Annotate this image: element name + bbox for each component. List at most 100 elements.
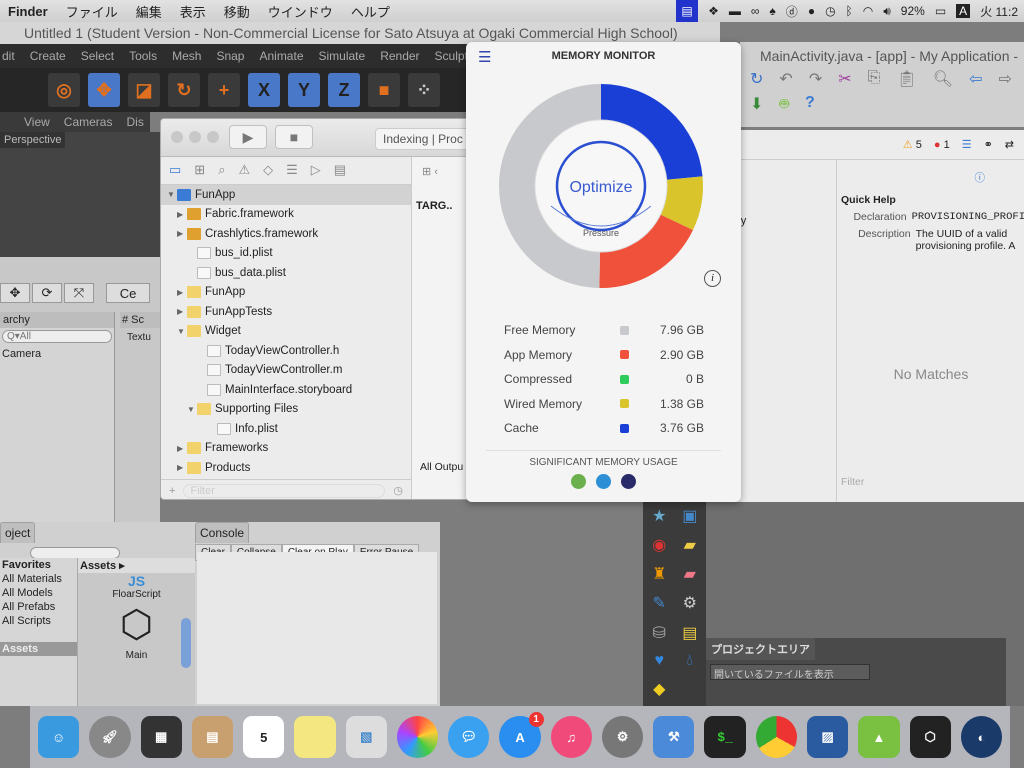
sdk-icon[interactable]: ⬇	[750, 94, 763, 116]
sync-icon[interactable]: ↻	[750, 69, 763, 89]
tree-item[interactable]: ▶ Crashlytics.framework	[161, 224, 411, 244]
favorite-item[interactable]: All Prefabs	[0, 600, 77, 614]
library-filter[interactable]: Filter	[841, 476, 864, 488]
bluetooth-icon[interactable]: ᛒ	[846, 4, 853, 18]
unity-scene-icon[interactable]: ⬡	[78, 600, 195, 650]
disclosure-triangle[interactable]: ▶	[177, 307, 187, 316]
disclosure-triangle[interactable]: ▶	[177, 444, 187, 453]
redo-icon[interactable]: ↷	[809, 69, 822, 89]
find-icon[interactable]: 🔍︎	[933, 69, 953, 89]
cube-icon[interactable]: ■	[368, 73, 400, 107]
cinema4d-icon[interactable]: ◐	[960, 716, 1003, 758]
info-icon[interactable]: i	[704, 270, 721, 287]
filter-input[interactable]: Filter	[183, 483, 386, 498]
disclosure-triangle[interactable]: ▶	[177, 210, 187, 219]
brush-icon[interactable]: ✎	[653, 593, 666, 616]
display-menu[interactable]: Dis	[126, 115, 143, 132]
assets-scrollbar[interactable]	[181, 618, 191, 668]
battery-icon[interactable]: ▭	[935, 4, 946, 18]
photos-icon[interactable]	[396, 716, 439, 758]
d-icon[interactable]: ⓓ	[786, 3, 798, 20]
rotate-tool-icon[interactable]: ↻	[168, 73, 200, 107]
maya-menu-render[interactable]: Render	[380, 49, 419, 68]
itunes-icon[interactable]: ♫	[550, 716, 592, 758]
tree-item[interactable]: ▼ Supporting Files	[161, 400, 411, 420]
issue-navigator-icon[interactable]: ⚠	[238, 162, 250, 179]
bucket-icon[interactable]: ⛁	[653, 623, 666, 646]
minimize-button[interactable]	[189, 131, 201, 143]
disclosure-triangle[interactable]: ▼	[177, 327, 187, 336]
view-menu[interactable]: View	[24, 115, 50, 132]
battery-percent[interactable]: 92%	[901, 4, 925, 18]
related-items-icon[interactable]: ⊞ ‹	[412, 157, 471, 178]
stop-button[interactable]: ■	[275, 125, 313, 149]
maya-menu-simulate[interactable]: Simulate	[319, 49, 366, 68]
run-button[interactable]: ▶	[229, 125, 267, 149]
asset-name[interactable]: FloarScript	[78, 589, 195, 600]
evernote-icon[interactable]: ♠	[769, 4, 775, 18]
maya-viewport[interactable]: Perspective	[0, 132, 160, 257]
disclosure-triangle[interactable]: ▶	[177, 229, 187, 238]
symbol-navigator-icon[interactable]: ⊞	[194, 162, 205, 179]
copy-icon[interactable]: ⎘	[868, 69, 881, 89]
tree-item[interactable]: bus_id.plist	[161, 244, 411, 264]
maya-menu-create[interactable]: Create	[30, 49, 66, 68]
time-machine-icon[interactable]: ◷	[825, 4, 835, 18]
app-icon[interactable]	[571, 474, 586, 489]
bandage-icon[interactable]: ▰	[684, 535, 696, 558]
volume-icon[interactable]: 🔊︎	[883, 4, 891, 19]
move-tool-icon[interactable]: ✥	[88, 73, 120, 107]
scale-icon[interactable]: ⤧	[64, 283, 94, 303]
undo-icon[interactable]: ↶	[779, 69, 792, 89]
tree-item[interactable]: MainInterface.storyboard	[161, 380, 411, 400]
close-button[interactable]	[171, 131, 183, 143]
tree-item[interactable]: Info.plist	[161, 419, 411, 439]
hierarchy-item[interactable]: Camera	[0, 345, 114, 363]
tree-item[interactable]: ▼ FunApp	[161, 185, 411, 205]
app-icon[interactable]	[596, 474, 611, 489]
tree-item[interactable]: ▼ Widget	[161, 322, 411, 342]
menu-window[interactable]: ウインドウ	[268, 2, 333, 21]
maya-menu-mesh[interactable]: Mesh	[172, 49, 201, 68]
disclosure-triangle[interactable]: ▼	[167, 190, 177, 199]
quick-help-icon[interactable]: ⓘ	[975, 170, 986, 185]
maya-menu-select[interactable]: Select	[81, 49, 114, 68]
center-button[interactable]: Ce	[106, 283, 150, 303]
world-axis-icon[interactable]: +	[208, 73, 240, 107]
paste-icon[interactable]: 📋︎	[896, 69, 916, 89]
assistant-editor-icon[interactable]: ⚭	[984, 138, 993, 151]
menu-help[interactable]: ヘルプ	[351, 2, 390, 21]
tree-item[interactable]: ▶ Fabric.framework	[161, 205, 411, 225]
disclosure-triangle[interactable]: ▼	[187, 405, 197, 414]
menu-finder[interactable]: Finder	[8, 4, 48, 19]
project-area-dropdown[interactable]: 開いているファイルを表示	[710, 664, 870, 681]
favorite-item[interactable]: All Models	[0, 586, 77, 600]
smart-brush-icon[interactable]: ⚙	[683, 593, 697, 616]
menu-view[interactable]: 表示	[180, 2, 206, 21]
version-editor-icon[interactable]: ⇄	[1005, 138, 1014, 151]
hierarchy-search[interactable]: Q▾All	[2, 330, 112, 343]
unity-icon[interactable]: ⬡	[909, 716, 951, 758]
forward-icon[interactable]: ⇨	[998, 69, 1011, 89]
photo-icon[interactable]: ▣	[682, 506, 697, 529]
debug-navigator-icon[interactable]: ☰	[286, 162, 298, 179]
preview-icon[interactable]: ▧	[345, 716, 387, 758]
optimize-button[interactable]: Optimize	[569, 179, 632, 196]
sponge-icon[interactable]: ◆	[653, 679, 665, 702]
recent-icon[interactable]: ◷	[393, 484, 403, 497]
dropbox-icon[interactable]: ❖	[708, 4, 719, 18]
favorite-item[interactable]: All Scripts	[0, 614, 77, 628]
console-tab[interactable]: Console	[195, 522, 250, 543]
finder-icon[interactable]: ☺	[38, 716, 80, 758]
add-icon[interactable]: +	[169, 485, 175, 497]
gradient-icon[interactable]: ▤	[682, 623, 697, 646]
messages-icon[interactable]: 💬︎	[448, 716, 490, 758]
select-tool-icon[interactable]: ◎	[48, 73, 80, 107]
star-tool-icon[interactable]: ★	[652, 506, 666, 529]
js-script-icon[interactable]: JS	[78, 573, 195, 589]
cut-icon[interactable]: ✂	[838, 69, 851, 89]
asset-name[interactable]: Main	[78, 650, 195, 661]
maya-menu-sculpt[interactable]: Sculpt	[435, 49, 468, 68]
cameras-menu[interactable]: Cameras	[64, 115, 113, 132]
wifi-icon[interactable]: ◠	[863, 4, 873, 18]
